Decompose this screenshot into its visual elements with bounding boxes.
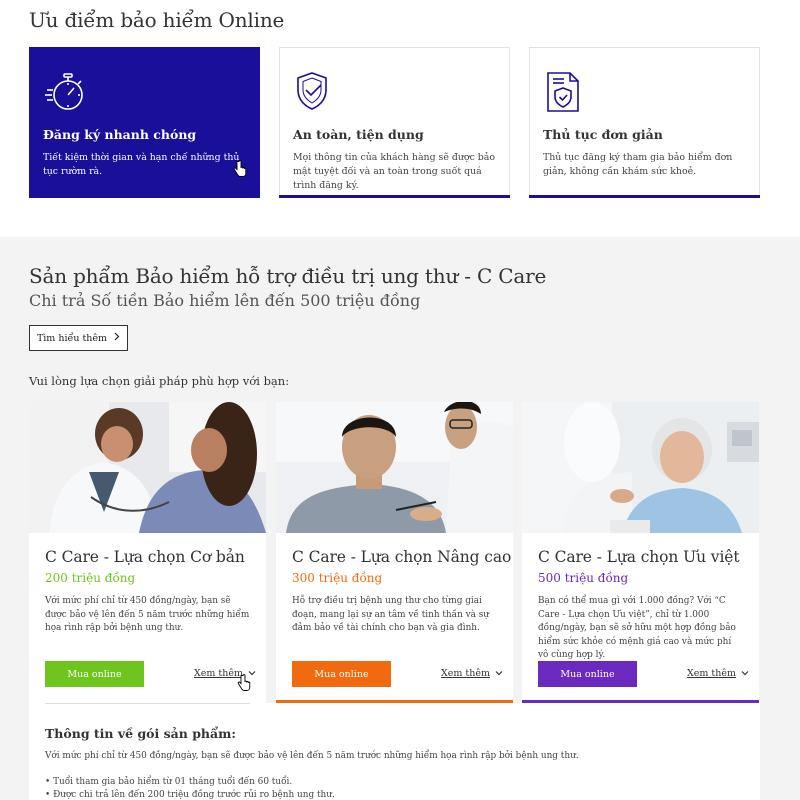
chevron-down-icon	[741, 668, 749, 679]
plan-card-basic: C Care - Lựa chọn Cơ bản 200 triệu đồng …	[29, 402, 266, 703]
info-paragraph: Với mức phí chỉ từ 450 đồng/ngày, bạn sẽ…	[45, 751, 579, 761]
advantage-desc: Thủ tục đăng ký tham gia bảo hiểm đơn gi…	[543, 152, 733, 177]
buy-online-button[interactable]: Mua online	[538, 661, 637, 687]
learn-more-label: Tìm hiểu thêm	[36, 332, 108, 344]
advantage-card-fast-registration[interactable]: Đăng ký nhanh chóng Tiết kiệm thời gian …	[29, 47, 260, 198]
shield-check-icon	[294, 70, 338, 114]
buy-online-button[interactable]: Mua online	[45, 661, 144, 687]
advantage-card-simple-procedure[interactable]: Thủ tục đơn giản Thủ tục đăng ký tham gi…	[529, 47, 760, 198]
doctor-patient-photo	[276, 402, 513, 533]
buy-online-button[interactable]: Mua online	[292, 661, 391, 687]
plan-amount: 300 triệu đồng	[292, 571, 383, 585]
advantage-desc: Tiết kiệm thời gian và hạn chế những thủ…	[43, 152, 240, 177]
see-more-label: Xem thêm	[441, 668, 490, 679]
document-shield-icon	[544, 70, 588, 114]
plan-card-advanced: C Care - Lựa chọn Nâng cao 300 triệu đồn…	[276, 402, 513, 703]
advantage-card-underline	[279, 195, 510, 198]
plan-name: C Care - Lựa chọn Ưu việt	[538, 548, 740, 566]
info-bullet-list: Tuổi tham gia bảo hiểm từ 01 tháng tuổi …	[45, 776, 335, 800]
see-more-link[interactable]: Xem thêm	[687, 668, 749, 679]
plan-desc: Bạn có thể mua gì với 1.000 đồng? Với “C…	[538, 596, 736, 660]
choose-prompt: Vui lòng lựa chọn giải pháp phù hợp với …	[29, 374, 290, 388]
see-more-link[interactable]: Xem thêm	[441, 668, 503, 679]
divider	[45, 703, 250, 704]
hand-cursor-icon	[237, 674, 251, 696]
product-info-panel: Thông tin về gói sản phẩm: Với mức phí c…	[29, 703, 760, 800]
advantages-title: Ưu điểm bảo hiểm Online	[29, 8, 285, 32]
advantage-title: An toàn, tiện dụng	[293, 127, 424, 142]
learn-more-button[interactable]: Tìm hiểu thêm	[29, 325, 128, 351]
see-more-label: Xem thêm	[687, 668, 736, 679]
plan-name: C Care - Lựa chọn Nâng cao	[292, 548, 512, 566]
advantage-title: Thủ tục đơn giản	[543, 127, 663, 142]
advantage-desc: Mọi thông tin của khách hàng sẽ được bảo…	[293, 152, 496, 191]
plan-name: C Care - Lựa chọn Cơ bản	[45, 548, 245, 566]
advantage-card-safe-convenient[interactable]: An toàn, tiện dụng Mọi thông tin của khá…	[279, 47, 510, 198]
info-bullet: Tuổi tham gia bảo hiểm từ 01 tháng tuổi …	[45, 776, 335, 789]
doctor-child-photo	[29, 402, 266, 533]
see-more-label: Xem thêm	[194, 668, 243, 679]
product-title: Sản phẩm Bảo hiểm hỗ trợ điều trị ung th…	[29, 264, 547, 288]
info-bullet: Được chi trả lên đến 200 triệu đồng trướ…	[45, 789, 335, 800]
info-heading: Thông tin về gói sản phẩm:	[45, 726, 236, 741]
plan-card-premium: C Care - Lựa chọn Ưu việt 500 triệu đồng…	[522, 402, 759, 703]
chevron-right-icon	[113, 332, 120, 344]
elderly-patient-photo	[522, 402, 759, 533]
plan-amount: 200 triệu đồng	[45, 571, 136, 585]
plan-desc: Với mức phí chỉ từ 450 đồng/ngày, bạn sẽ…	[45, 596, 250, 633]
hand-cursor-icon	[233, 160, 247, 182]
chevron-down-icon	[495, 668, 503, 679]
plan-desc: Hỗ trợ điều trị bệnh ung thư cho từng gi…	[292, 596, 490, 633]
plan-amount: 500 triệu đồng	[538, 571, 629, 585]
advantage-card-underline	[529, 195, 760, 198]
advantage-title: Đăng ký nhanh chóng	[43, 127, 197, 142]
stopwatch-icon	[44, 70, 88, 114]
product-subtitle: Chi trả Số tiền Bảo hiểm lên đến 500 tri…	[29, 291, 421, 310]
